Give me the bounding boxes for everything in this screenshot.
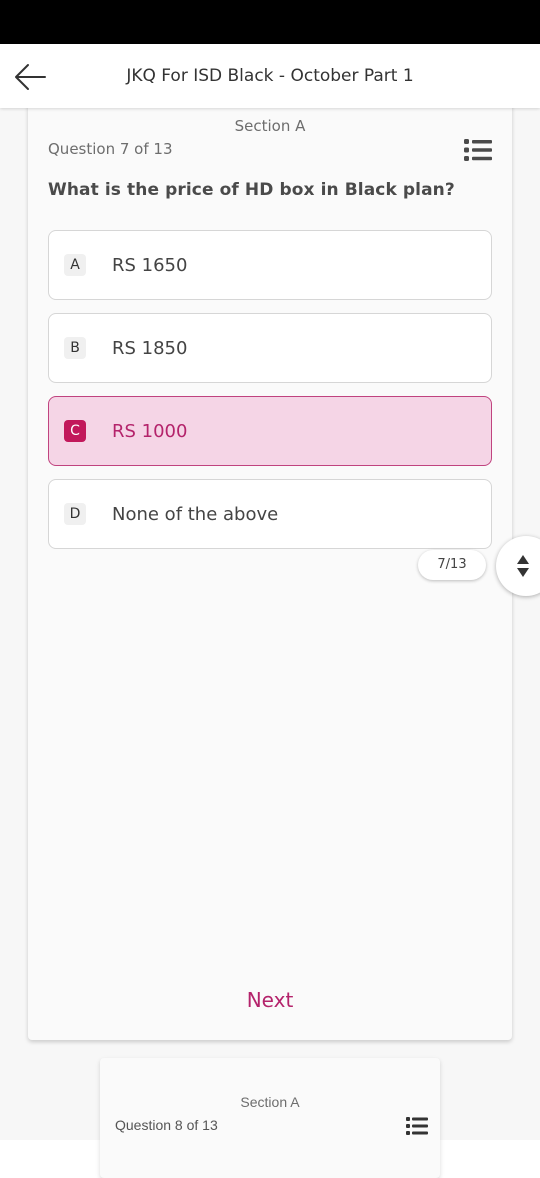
option-text: RS 1000 [112,421,188,442]
option-c[interactable]: C RS 1000 [48,396,492,466]
section-label: Section A [234,117,306,135]
progress-indicator: 7/13 [418,550,486,580]
option-letter: A [64,254,86,276]
question-list-button[interactable] [464,137,492,163]
option-b[interactable]: B RS 1850 [48,313,492,383]
option-d[interactable]: D None of the above [48,479,492,549]
question-list-button[interactable] [406,1116,428,1136]
page-title: JKQ For ISD Black - October Part 1 [126,66,414,86]
back-button[interactable] [12,60,48,94]
option-text: RS 1850 [112,338,188,359]
question-counter: Question 8 of 13 [115,1117,218,1133]
question-text: What is the price of HD box in Black pla… [48,180,455,200]
option-letter: B [64,337,86,359]
status-bar [0,0,540,44]
option-text: RS 1650 [112,255,188,276]
option-letter: C [64,420,86,442]
option-letter: D [64,503,86,525]
list-icon [406,1117,428,1135]
up-down-arrows-icon [517,555,529,577]
option-text: None of the above [112,504,279,525]
option-a[interactable]: A RS 1650 [48,230,492,300]
question-counter: Question 7 of 13 [48,140,173,158]
next-button[interactable]: Next [220,984,320,1016]
arrow-left-icon [15,64,46,90]
next-question-card: Section A Question 8 of 13 [100,1058,440,1178]
app-header: JKQ For ISD Black - October Part 1 [0,44,540,108]
list-icon [464,139,492,161]
section-label: Section A [240,1094,300,1110]
